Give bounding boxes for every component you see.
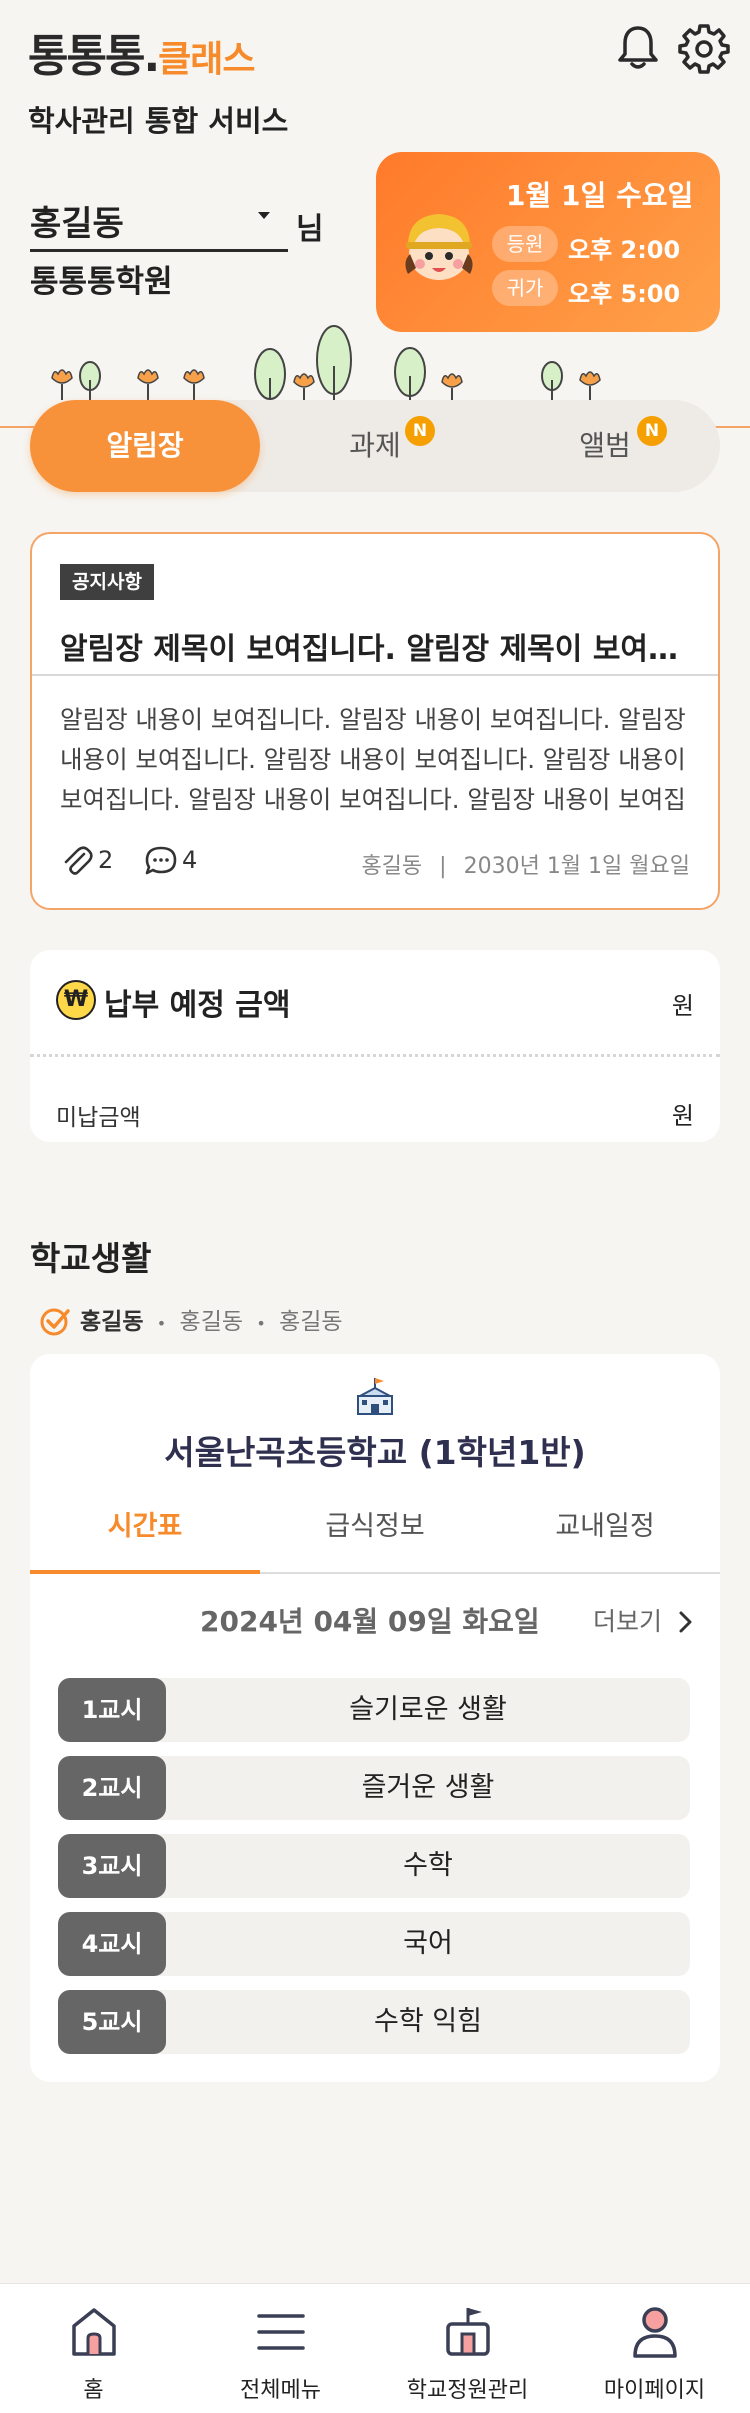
timetable-row: 5교시 수학 익힘 xyxy=(58,1990,690,2054)
child-selector: 홍길동 • 홍길동 • 홍길동 xyxy=(80,1302,343,1336)
nav-label: 학교정원관리 xyxy=(406,2378,529,2403)
attachment-count: 2 xyxy=(98,846,114,874)
nav-my-page[interactable]: 마이페이지 xyxy=(561,2284,748,2413)
notice-title: 알림장 제목이 보여집니다. 알림장 제목이 보여집니다. xyxy=(60,632,700,667)
nav-school-garden[interactable]: 학교정원관리 xyxy=(374,2284,561,2413)
school-name: 서울난곡초등학교 (1학년1반) xyxy=(164,1433,586,1472)
child-selected[interactable]: 홍길동 xyxy=(80,1309,143,1335)
attendance-card: 1월 1일 수요일 등원 오후 2:00 귀가 오후 5:00 xyxy=(376,152,720,332)
period-subject: 수학 xyxy=(403,1850,453,1881)
app-logo: 통통통.클래스 xyxy=(28,20,256,84)
won-icon: ₩ xyxy=(56,980,96,1020)
timetable-row: 3교시 수학 xyxy=(58,1834,690,1898)
more-label: 더보기 xyxy=(593,1607,663,1636)
child-option[interactable]: 홍길동 xyxy=(180,1309,243,1335)
period-subject: 국어 xyxy=(403,1928,453,1959)
nav-home[interactable]: 홈 xyxy=(0,2284,187,2413)
unpaid-label: 미납금액 xyxy=(56,1105,141,1131)
leave-badge: 귀가 xyxy=(492,270,558,306)
school-card: 서울난곡초등학교 (1학년1반) 시간표 급식정보 교내일정 2024년 04월… xyxy=(30,1354,720,2082)
bottom-navigation: 홈 전체메뉴 학교정원관리 마이페이지 xyxy=(0,2283,750,2413)
tab-album-label: 앨범 xyxy=(579,429,631,462)
nav-label: 마이페이지 xyxy=(603,2378,706,2403)
period-number: 1교시 xyxy=(58,1678,166,1742)
menu-icon xyxy=(257,2314,305,2350)
comment-icon xyxy=(145,846,177,875)
child-avatar-icon xyxy=(405,214,473,280)
more-link[interactable]: 더보기 xyxy=(593,1602,694,1638)
academy-name: 통통통학원 xyxy=(30,264,173,300)
tab-meal[interactable]: 급식정보 xyxy=(260,1504,490,1554)
period-number: 2교시 xyxy=(58,1756,166,1820)
home-icon xyxy=(72,2308,116,2356)
nav-all-menu[interactable]: 전체메뉴 xyxy=(187,2284,374,2413)
app-subtitle: 학사관리 통합 서비스 xyxy=(28,104,289,138)
bell-icon[interactable] xyxy=(612,22,664,74)
student-name: 홍길동 xyxy=(30,204,124,244)
tab-timetable[interactable]: 시간표 xyxy=(30,1504,260,1554)
notice-body: 알림장 내용이 보여집니다. 알림장 내용이 보여집니다. 알림장 내용이 보여… xyxy=(60,705,686,814)
comment-count: 4 xyxy=(182,846,198,874)
meta-separator: | xyxy=(439,854,447,879)
bullet: • xyxy=(156,1314,167,1333)
dotted-divider xyxy=(30,1054,720,1057)
tab-homework-label: 과제 xyxy=(349,429,401,462)
nav-label: 전체메뉴 xyxy=(240,2378,321,2403)
student-selector[interactable]: 홍길동 xyxy=(30,196,288,252)
paperclip-icon xyxy=(64,846,93,875)
new-badge: N xyxy=(405,416,435,446)
payment-card[interactable]: ₩ 납부 예정 금액 원 미납금액 원 xyxy=(30,950,720,1142)
check-circle-icon xyxy=(40,1308,70,1336)
period-number: 5교시 xyxy=(58,1990,166,2054)
notice-card[interactable]: 공지사항 알림장 제목이 보여집니다. 알림장 제목이 보여집니다. 알림장 내… xyxy=(30,532,720,910)
payment-title: 납부 예정 금액 xyxy=(104,988,291,1023)
gear-icon[interactable] xyxy=(678,22,730,74)
logo-dot: . xyxy=(143,31,160,82)
caret-down-icon xyxy=(258,212,270,219)
person-icon xyxy=(633,2307,677,2358)
school-building-icon xyxy=(357,1378,393,1415)
honorific: 님 xyxy=(296,212,324,247)
arrive-badge: 등원 xyxy=(492,226,558,262)
child-option[interactable]: 홍길동 xyxy=(279,1309,342,1335)
section-title: 학교생활 xyxy=(30,1239,152,1278)
timetable-row: 4교시 국어 xyxy=(58,1912,690,1976)
period-number: 3교시 xyxy=(58,1834,166,1898)
chevron-right-icon xyxy=(679,1611,692,1633)
divider xyxy=(32,674,718,676)
tab-notice[interactable]: 알림장 xyxy=(30,400,260,492)
notice-tag: 공지사항 xyxy=(60,564,154,600)
notice-byline: 홍길동 | 2030년 1월 1일 월요일 xyxy=(361,848,690,880)
tab-homework[interactable]: 과제 xyxy=(260,400,490,492)
timetable-date: 2024년 04월 09일 화요일 xyxy=(200,1605,540,1638)
new-badge: N xyxy=(637,416,667,446)
nav-label: 홈 xyxy=(83,2378,104,2403)
attendance-date: 1월 1일 수요일 xyxy=(506,179,694,212)
leave-time: 오후 5:00 xyxy=(568,280,681,308)
notice-author: 홍길동 xyxy=(361,854,423,879)
logo-sub: 클래스 xyxy=(158,39,255,80)
tab-active-indicator xyxy=(30,1570,260,1574)
mailbox-icon xyxy=(446,2308,490,2356)
arrive-time: 오후 2:00 xyxy=(568,236,681,264)
tab-album[interactable]: 앨범 xyxy=(490,400,720,492)
timetable-row: 2교시 즐거운 생활 xyxy=(58,1756,690,1820)
tab-school-schedule[interactable]: 교내일정 xyxy=(490,1504,720,1554)
period-subject: 슬기로운 생활 xyxy=(349,1694,507,1725)
scheduled-amount-unit: 원 xyxy=(671,992,694,1020)
logo-main: 통통통 xyxy=(28,31,145,82)
period-subject: 수학 익힘 xyxy=(374,2006,482,2037)
unpaid-amount-unit: 원 xyxy=(671,1102,694,1130)
notice-date: 2030년 1월 1일 월요일 xyxy=(463,854,690,879)
period-subject: 즐거운 생활 xyxy=(361,1772,495,1803)
timetable-row: 1교시 슬기로운 생활 xyxy=(58,1678,690,1742)
bullet: • xyxy=(256,1314,266,1333)
period-number: 4교시 xyxy=(58,1912,166,1976)
main-tabs: 알림장 과제 N 앨범 N xyxy=(30,400,720,492)
